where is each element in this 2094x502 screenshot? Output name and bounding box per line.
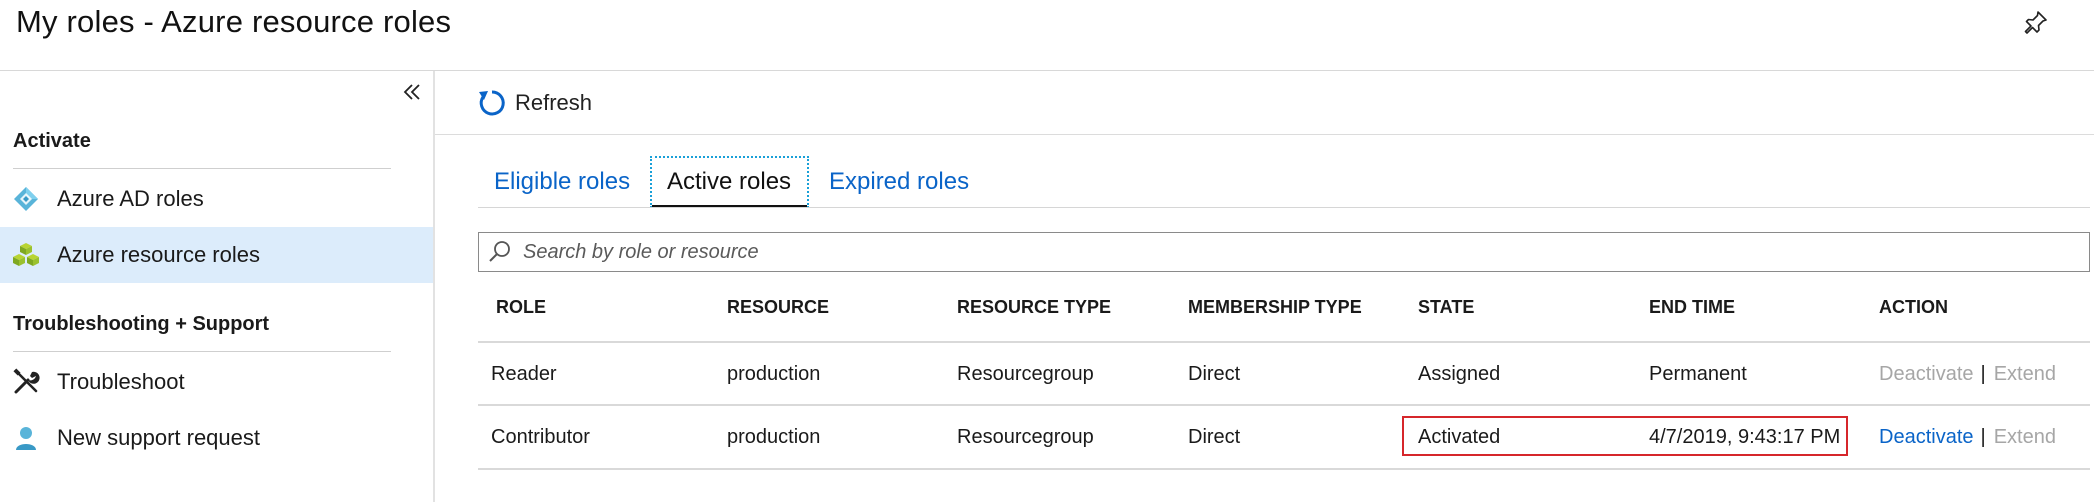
row-divider bbox=[478, 404, 2090, 406]
sidebar-item-label: New support request bbox=[57, 425, 260, 450]
sidebar-item-azure-ad-roles[interactable]: Azure AD roles bbox=[0, 171, 433, 227]
cell-role: Reader bbox=[491, 363, 557, 385]
azure-resource-cubes-icon bbox=[12, 241, 40, 269]
collapse-sidebar-icon[interactable] bbox=[401, 81, 423, 103]
cell-end-time: 4/7/2019, 9:43:17 PM bbox=[1649, 426, 1841, 448]
cell-end-time: Permanent bbox=[1649, 363, 1747, 385]
search-input[interactable] bbox=[521, 239, 2025, 265]
cell-resource: production bbox=[727, 426, 821, 448]
column-header-membership-type[interactable]: MEMBERSHIP TYPE bbox=[1188, 297, 1362, 318]
tabs-divider bbox=[478, 207, 2090, 208]
refresh-icon bbox=[479, 90, 505, 116]
cell-resource: production bbox=[727, 363, 821, 385]
extend-link: Extend bbox=[1993, 363, 2056, 385]
sidebar-section-troubleshooting: Troubleshooting + Support bbox=[13, 313, 270, 335]
cell-role: Contributor bbox=[491, 426, 590, 448]
column-header-end-time[interactable]: END TIME bbox=[1649, 297, 1735, 318]
extend-link: Extend bbox=[1993, 426, 2056, 448]
section-divider bbox=[13, 351, 391, 352]
table-header-divider bbox=[478, 341, 2090, 343]
sidebar-item-label: Azure AD roles bbox=[57, 186, 204, 211]
column-header-resource-type[interactable]: RESOURCE TYPE bbox=[957, 297, 1111, 318]
tab-expired-roles[interactable]: Expired roles bbox=[829, 156, 969, 208]
sidebar: Activate Azure AD roles Azure resource r… bbox=[0, 71, 435, 502]
column-header-action: ACTION bbox=[1879, 297, 1948, 317]
cell-resource-type: Resourcegroup bbox=[957, 363, 1094, 385]
action-separator: | bbox=[1980, 426, 1986, 448]
sidebar-item-label: Azure resource roles bbox=[57, 242, 260, 267]
column-header-resource[interactable]: RESOURCE bbox=[727, 297, 829, 318]
refresh-button[interactable]: Refresh bbox=[477, 86, 592, 120]
cell-membership-type: Direct bbox=[1188, 363, 1241, 385]
deactivate-link: Deactivate bbox=[1879, 363, 1974, 385]
page-title: My roles - Azure resource roles bbox=[16, 4, 452, 39]
tab-active-roles[interactable]: Active roles bbox=[650, 156, 809, 208]
tab-eligible-roles[interactable]: Eligible roles bbox=[494, 156, 630, 208]
tools-icon bbox=[12, 368, 40, 396]
sidebar-item-new-support-request[interactable]: New support request bbox=[0, 410, 433, 466]
column-header-state[interactable]: STATE bbox=[1418, 297, 1474, 318]
cell-membership-type: Direct bbox=[1188, 426, 1241, 448]
row-divider bbox=[478, 468, 2090, 470]
action-separator: | bbox=[1980, 363, 1986, 385]
sidebar-item-azure-resource-roles[interactable]: Azure resource roles bbox=[0, 227, 433, 283]
cell-action: Deactivate | Extend bbox=[1879, 426, 2056, 449]
cell-resource-type: Resourcegroup bbox=[957, 426, 1094, 448]
search-icon bbox=[489, 241, 510, 262]
deactivate-link[interactable]: Deactivate bbox=[1879, 426, 1974, 448]
search-box[interactable] bbox=[478, 232, 2090, 272]
refresh-label: Refresh bbox=[515, 90, 593, 115]
column-header-role[interactable]: ROLE bbox=[496, 297, 546, 318]
toolbar-divider bbox=[435, 134, 2094, 135]
support-person-icon bbox=[12, 424, 40, 452]
cell-state: Assigned bbox=[1418, 363, 1501, 385]
sidebar-section-activate: Activate bbox=[13, 130, 91, 152]
pin-icon[interactable] bbox=[2024, 10, 2048, 34]
tab-label: Active roles bbox=[667, 168, 792, 195]
cell-state: Activated bbox=[1418, 426, 1501, 448]
section-divider bbox=[13, 168, 391, 169]
cell-action: Deactivate | Extend bbox=[1879, 363, 2056, 386]
sidebar-item-label: Troubleshoot bbox=[57, 369, 185, 394]
azure-ad-diamond-icon bbox=[12, 185, 40, 213]
sidebar-item-troubleshoot[interactable]: Troubleshoot bbox=[0, 354, 433, 410]
